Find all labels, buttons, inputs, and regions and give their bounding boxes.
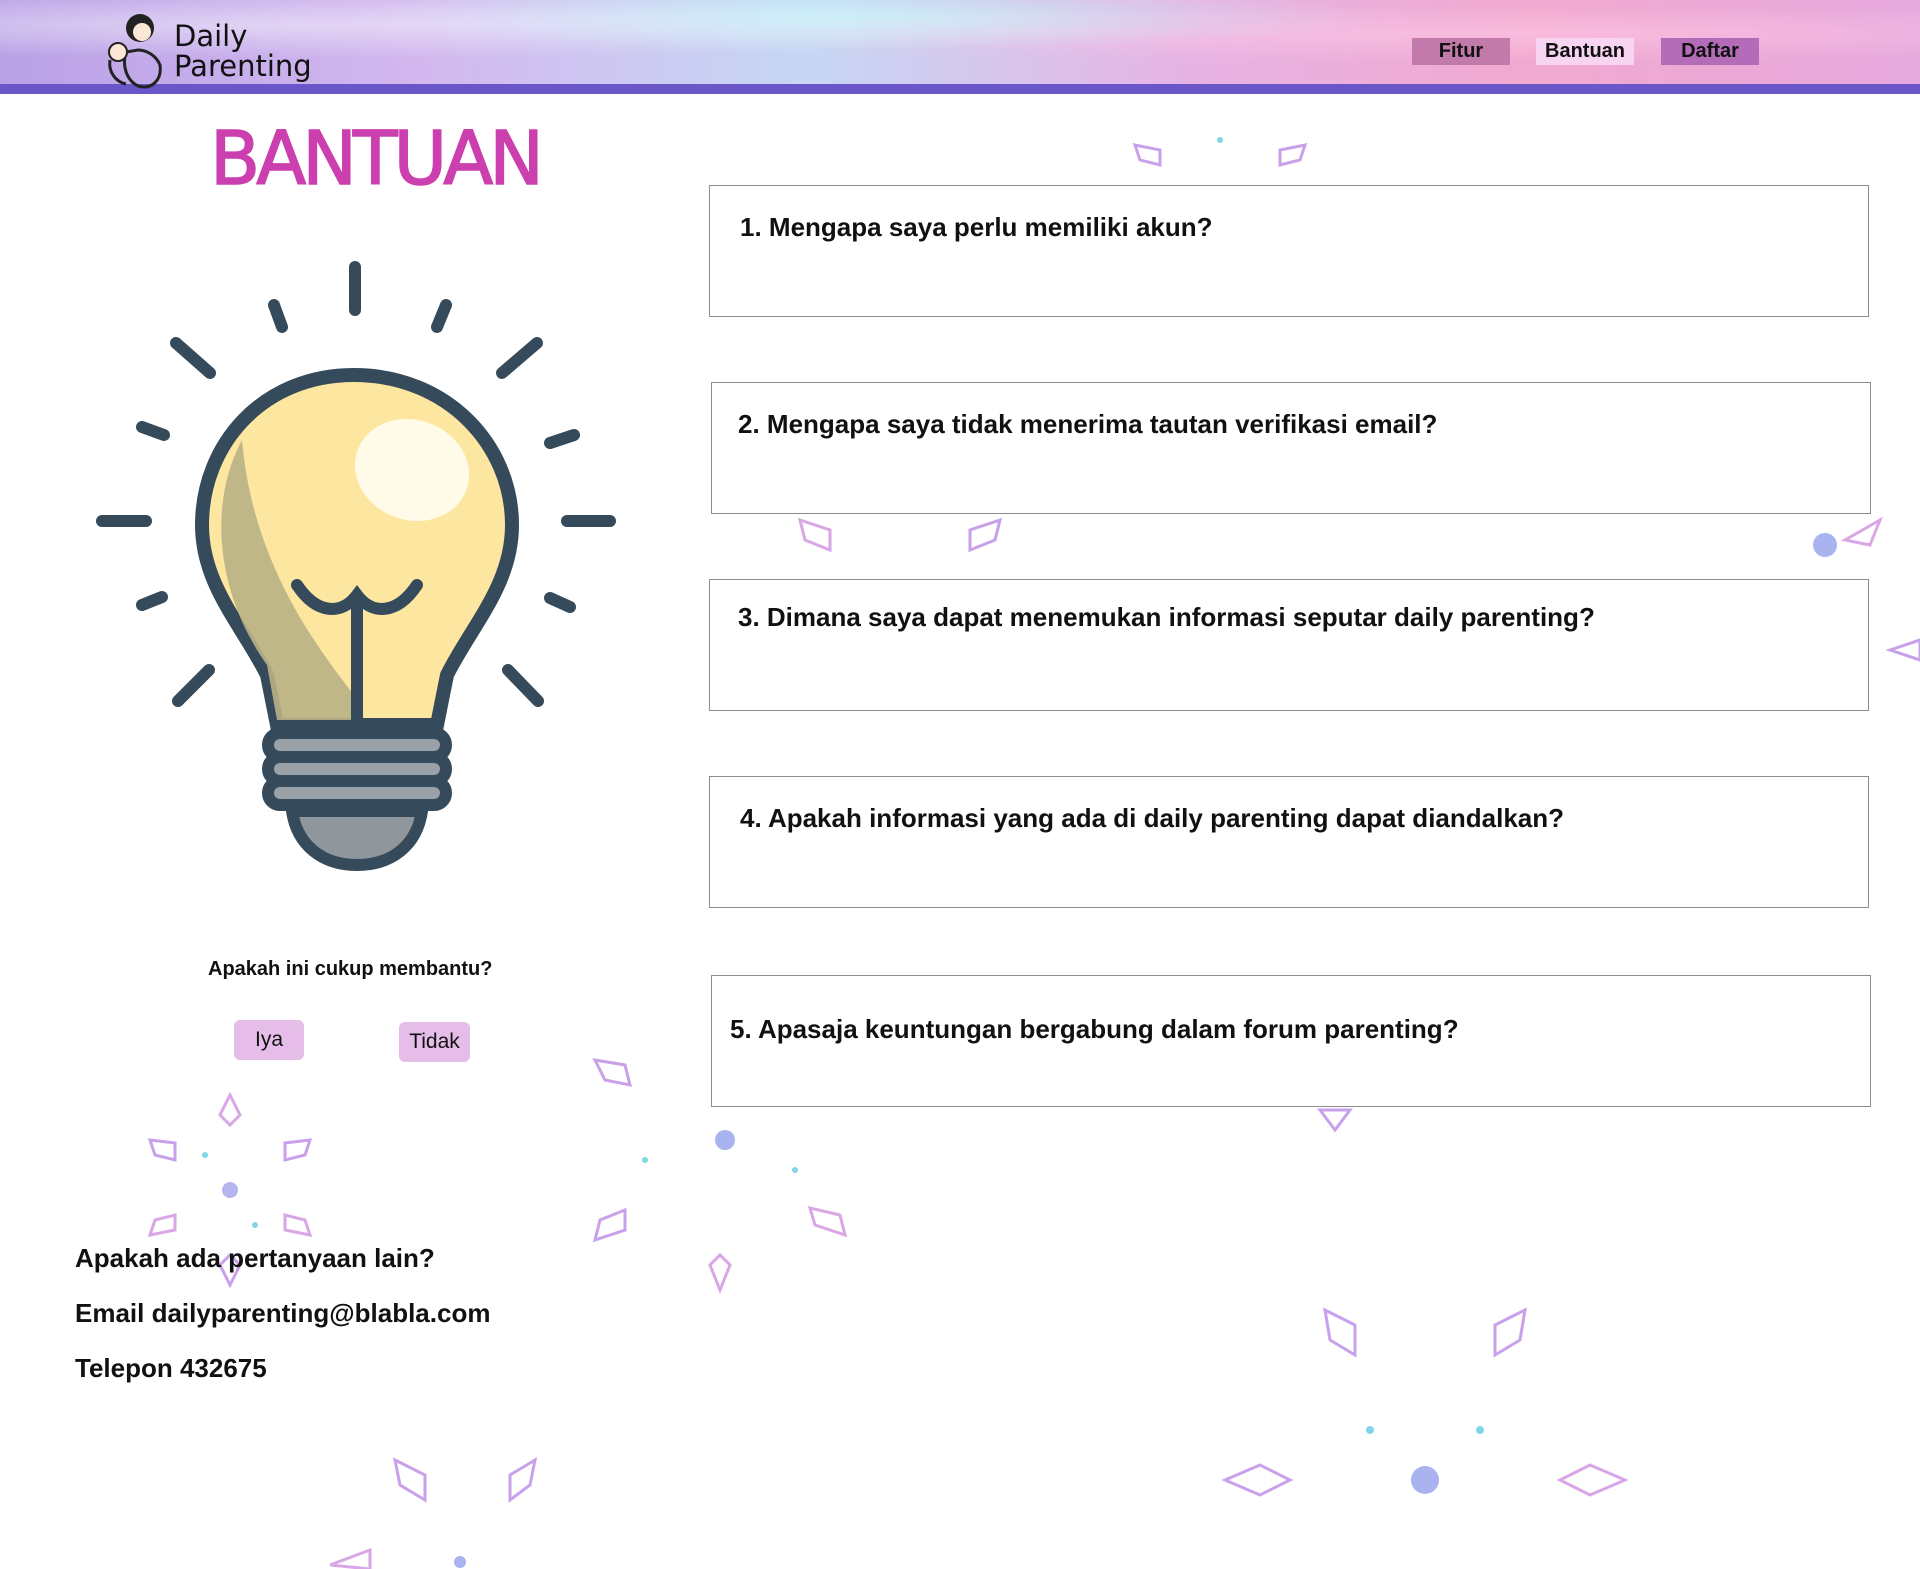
logo-line-parenting: Parenting [174, 49, 312, 83]
mother-baby-logo-icon [108, 14, 162, 89]
faq-question: 3. Dimana saya dapat menemukan informasi… [738, 602, 1595, 632]
contact-prompt: Apakah ada pertanyaan lain? [75, 1243, 435, 1273]
snowflake-decoration [1132, 137, 1308, 167]
lightbulb-icon [96, 261, 616, 871]
page-title-text: BANTUAN [210, 116, 540, 202]
faq-item-5[interactable]: 5. Apasaja keuntungan bergabung dalam fo… [711, 975, 1871, 1107]
snowflake-decoration [330, 1456, 538, 1569]
faq-question: 2. Mengapa saya tidak menerima tautan ve… [738, 409, 1438, 439]
nav-daftar[interactable]: Daftar [1661, 38, 1759, 65]
nav-bantuan[interactable]: Bantuan [1536, 38, 1634, 65]
logo-line-daily: Daily [174, 19, 248, 53]
yes-button[interactable]: Iya [234, 1020, 304, 1060]
snowflake-decoration [1221, 1307, 1629, 1497]
site-header: Daily Parenting Fitur Bantuan Daftar [0, 0, 1920, 94]
no-button[interactable]: Tidak [399, 1022, 470, 1062]
faq-item-1[interactable]: 1. Mengapa saya perlu memiliki akun? [709, 185, 1869, 317]
logo[interactable]: Daily Parenting [98, 10, 312, 92]
faq-item-4[interactable]: 4. Apakah informasi yang ada di daily pa… [709, 776, 1869, 908]
faq-question: 4. Apakah informasi yang ada di daily pa… [740, 803, 1565, 833]
faq-question: 1. Mengapa saya perlu memiliki akun? [740, 212, 1213, 242]
nav-fitur[interactable]: Fitur [1412, 38, 1510, 65]
contact-phone: Telepon 432675 [75, 1353, 267, 1383]
faq-item-3[interactable]: 3. Dimana saya dapat menemukan informasi… [709, 579, 1869, 711]
contact-email: Email dailyparenting@blabla.com [75, 1298, 491, 1328]
feedback-question: Apakah ini cukup membantu? [208, 958, 493, 980]
faq-question: 5. Apasaja keuntungan bergabung dalam fo… [730, 1014, 1459, 1044]
page-title: BANTUAN [209, 115, 545, 202]
faq-item-2[interactable]: 2. Mengapa saya tidak menerima tautan ve… [711, 382, 1871, 514]
